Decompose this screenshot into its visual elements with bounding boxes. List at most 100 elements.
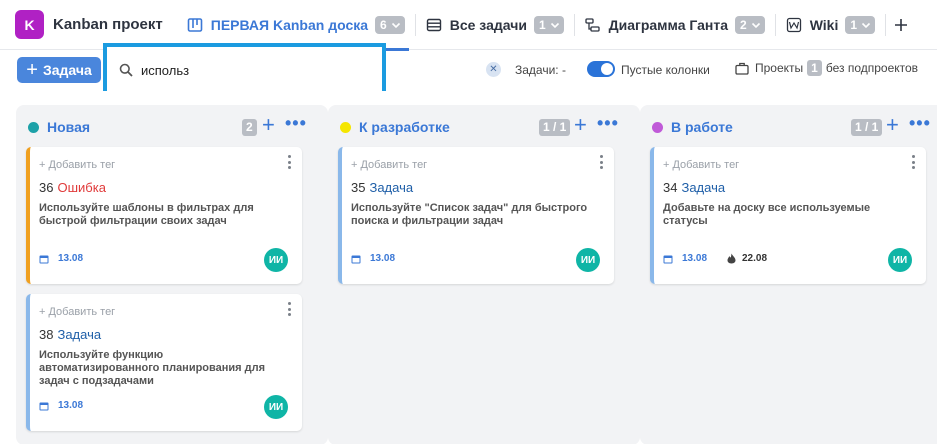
search-input[interactable] (141, 62, 341, 78)
tab-count-badge[interactable]: 1 (845, 15, 876, 34)
card-type: Задача (681, 180, 726, 195)
empty-columns-toggle[interactable] (587, 61, 615, 77)
tab-count: 1 (538, 17, 546, 32)
subprojects-label: без подпроектов (825, 61, 919, 75)
column-menu-button[interactable]: ••• (597, 113, 619, 134)
assignee-avatar[interactable]: ИИ (576, 248, 600, 272)
task-card[interactable]: + Добавить тег 38 Задача Используйте функ… (26, 294, 302, 431)
project-name: Kanban проект (53, 16, 163, 33)
assignee-avatar[interactable]: ИИ (888, 248, 912, 272)
card-description: Используйте "Список задач" для быстрого … (351, 202, 588, 227)
card-number: 36 (39, 180, 54, 195)
wiki-icon (786, 17, 802, 33)
plus-icon (895, 18, 908, 31)
chevron-down-icon (861, 22, 871, 28)
card-start-date: 13.08 (663, 253, 707, 264)
briefcase-icon (735, 62, 749, 75)
add-card-button[interactable]: + (574, 114, 587, 136)
calendar-icon (39, 255, 49, 263)
tasks-filter-label[interactable]: Задачи: - (515, 63, 566, 77)
calendar-icon (663, 255, 673, 263)
add-tag-link[interactable]: + Добавить тег (663, 159, 739, 171)
column-title[interactable]: Новая (47, 119, 90, 135)
card-number: 38 (39, 327, 54, 342)
calendar-icon (39, 402, 49, 410)
projects-count: 1 (807, 60, 822, 76)
column-header: В работе 1 / 1 + ••• (640, 105, 937, 149)
task-card[interactable]: + Добавить тег 36 Ошибка Используйте шабл… (26, 147, 302, 284)
calendar-icon (351, 255, 361, 263)
card-number: 35 (351, 180, 366, 195)
tab-label: ПЕРВАЯ Kanban доска (210, 16, 369, 33)
chevron-down-icon (751, 22, 760, 28)
tab-all-tasks[interactable]: Все задачи 1 (416, 0, 574, 50)
column-status-dot (340, 122, 351, 133)
add-card-button[interactable]: + (262, 114, 275, 136)
tab-count-badge[interactable]: 2 (735, 15, 765, 34)
column-status-dot (652, 122, 663, 133)
card-description: Используйте шаблоны в фильтрах для быстр… (39, 202, 254, 227)
card-date-text: 13.08 (58, 253, 84, 264)
clear-filter-icon[interactable]: ✕ (486, 62, 501, 77)
column-count-badge: 1 / 1 (851, 119, 883, 136)
column-to-develop: К разработке 1 / 1 + ••• + Добавить тег … (328, 105, 640, 444)
tab-count: 1 (850, 17, 858, 32)
column-menu-button[interactable]: ••• (285, 113, 307, 134)
column-title[interactable]: К разработке (359, 119, 450, 135)
kanban-board: Новая 2 + ••• + Добавить тег 36 Ошибка Ис… (0, 91, 937, 444)
tab-count-badge[interactable]: 1 (533, 15, 564, 34)
project-logo: K (15, 10, 44, 39)
tab-wiki[interactable]: Wiki 1 (776, 0, 885, 50)
tab-label: Все задачи (449, 16, 527, 33)
card-menu-icon[interactable] (288, 302, 292, 318)
column-new: Новая 2 + ••• + Добавить тег 36 Ошибка Ис… (16, 105, 328, 444)
card-start-date: 13.08 (39, 253, 83, 264)
card-menu-icon[interactable] (600, 155, 604, 171)
task-card[interactable]: + Добавить тег 34 Задача Добавьте на доск… (650, 147, 926, 284)
card-start-date: 13.08 (351, 253, 395, 264)
assignee-avatar[interactable]: ИИ (264, 395, 288, 419)
empty-columns-label: Пустые колонки (621, 63, 710, 77)
column-count-badge: 1 / 1 (539, 119, 571, 136)
gantt-icon (584, 17, 601, 33)
add-card-button[interactable]: + (886, 114, 899, 136)
projects-filter[interactable]: Проекты 1 без подпроектов (735, 60, 918, 76)
column-header: К разработке 1 / 1 + ••• (328, 105, 640, 149)
kanban-board-icon (187, 17, 203, 33)
card-title[interactable]: 35 Задача (351, 180, 413, 195)
chevron-down-icon (550, 22, 559, 28)
card-menu-icon[interactable] (288, 155, 292, 171)
card-due-text: 22.08 (742, 253, 768, 264)
search-icon (119, 63, 133, 77)
add-view-button[interactable] (886, 0, 908, 50)
card-title[interactable]: 38 Задача (39, 327, 101, 342)
card-title[interactable]: 34 Задача (663, 180, 725, 195)
tab-count: 2 (740, 17, 747, 32)
add-tag-link[interactable]: + Добавить тег (39, 306, 115, 318)
card-date-text: 13.08 (370, 253, 396, 264)
card-date-text: 13.08 (682, 253, 708, 264)
search-box[interactable] (103, 43, 386, 97)
fire-icon (727, 253, 736, 264)
tab-count: 6 (380, 17, 387, 32)
tab-count-badge[interactable]: 6 (375, 15, 405, 34)
add-tag-link[interactable]: + Добавить тег (351, 159, 427, 171)
list-icon (426, 17, 442, 33)
add-task-button[interactable]: + Задача (17, 57, 101, 83)
column-count-badge: 2 (242, 119, 257, 136)
plus-icon: + (26, 59, 38, 81)
add-tag-link[interactable]: + Добавить тег (39, 159, 115, 171)
assignee-avatar[interactable]: ИИ (264, 248, 288, 272)
column-menu-button[interactable]: ••• (909, 113, 931, 134)
card-description: Используйте функцию автоматизированного … (39, 349, 266, 387)
card-number: 34 (663, 180, 678, 195)
card-menu-icon[interactable] (912, 155, 916, 171)
tab-label: Wiki (809, 16, 839, 33)
column-title[interactable]: В работе (671, 119, 733, 135)
card-description: Добавьте на доску все используемые стату… (663, 202, 871, 227)
tab-gantt[interactable]: Диаграмма Ганта 2 (575, 0, 775, 50)
task-card[interactable]: + Добавить тег 35 Задача Используйте "Спи… (338, 147, 614, 284)
card-title[interactable]: 36 Ошибка (39, 180, 106, 195)
project-switcher[interactable]: K Kanban проект (15, 10, 163, 39)
card-due-date: 22.08 (727, 253, 767, 264)
